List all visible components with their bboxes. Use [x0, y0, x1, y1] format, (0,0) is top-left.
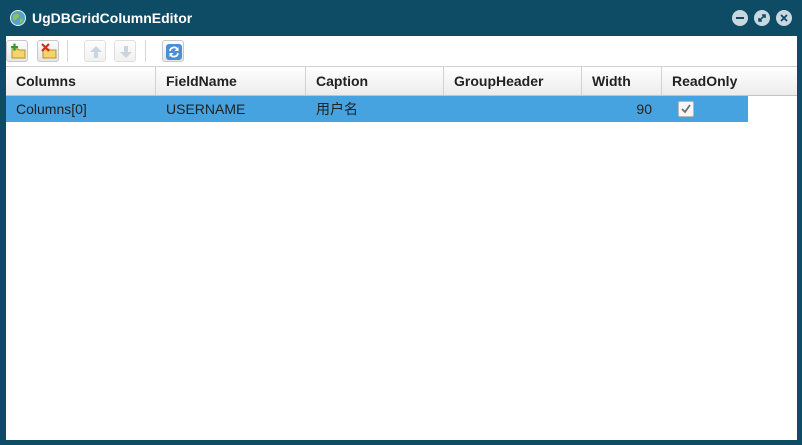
delete-icon	[41, 43, 57, 59]
arrow-up-icon	[90, 46, 102, 58]
add-icon	[11, 43, 26, 59]
move-down-button[interactable]	[114, 40, 136, 62]
column-header-groupheader[interactable]: GroupHeader	[444, 67, 582, 95]
add-column-button[interactable]	[6, 40, 28, 62]
close-icon[interactable]	[776, 10, 792, 26]
grid-header: Columns FieldName Caption GroupHeader Wi…	[6, 66, 797, 96]
window-title: UgDBGridColumnEditor	[32, 10, 193, 26]
toolbar-separator	[145, 40, 146, 62]
checkmark-icon	[681, 104, 691, 114]
arrow-down-icon	[120, 46, 132, 58]
readonly-checkbox[interactable]	[678, 101, 694, 117]
refresh-icon	[166, 44, 182, 60]
column-header-caption[interactable]: Caption	[306, 67, 444, 95]
cell-caption[interactable]: 用户名	[306, 96, 444, 122]
column-header-fieldname[interactable]: FieldName	[156, 67, 306, 95]
restore-icon[interactable]	[754, 10, 770, 26]
cell-width[interactable]: 90	[582, 96, 662, 122]
column-header-readonly[interactable]: ReadOnly	[662, 67, 797, 95]
globe-icon	[10, 10, 26, 26]
toolbar-separator	[67, 40, 68, 62]
toolbar	[6, 36, 797, 66]
move-up-button[interactable]	[84, 40, 106, 62]
refresh-button[interactable]	[162, 40, 184, 62]
cell-fieldname[interactable]: USERNAME	[156, 96, 306, 122]
column-editor-window: UgDBGridColumnEditor Columns FieldName C…	[0, 0, 802, 445]
minimize-icon[interactable]	[732, 10, 748, 26]
editor-client-area: Columns FieldName Caption GroupHeader Wi…	[6, 36, 797, 440]
title-bar[interactable]: UgDBGridColumnEditor	[0, 0, 802, 36]
column-header-width[interactable]: Width	[582, 67, 662, 95]
cell-groupheader[interactable]	[444, 96, 582, 122]
delete-column-button[interactable]	[37, 40, 59, 62]
table-row[interactable]: Columns[0] USERNAME 用户名 90	[6, 96, 748, 122]
cell-columns[interactable]: Columns[0]	[6, 96, 156, 122]
column-header-columns[interactable]: Columns	[6, 67, 156, 95]
